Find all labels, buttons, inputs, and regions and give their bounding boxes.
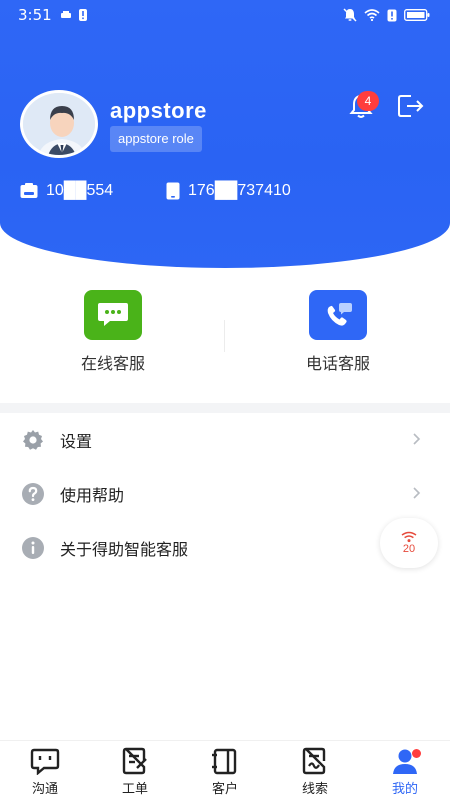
tab-mine[interactable]: 我的 <box>360 741 450 800</box>
info-icon <box>22 537 44 559</box>
tab-label: 线索 <box>301 782 328 797</box>
username: appstore <box>110 98 207 123</box>
tab-communication[interactable]: 沟通 <box>0 741 90 800</box>
account-id: 10██554 <box>46 182 114 199</box>
role-badge: appstore role <box>110 126 202 152</box>
status-bar: 3:51 <box>0 0 450 30</box>
battery-icon <box>404 9 430 21</box>
tab-clue[interactable]: 线索 <box>270 741 360 800</box>
chevron-right-icon <box>413 433 421 445</box>
logout-button[interactable] <box>397 93 425 119</box>
chat-bubble-icon <box>98 303 128 326</box>
customer-icon <box>212 748 237 775</box>
status-time: 3:51 <box>18 6 52 24</box>
id-card-icon <box>20 183 38 198</box>
online-service-icon-box <box>84 290 142 340</box>
status-alert-icon <box>79 9 87 21</box>
service-divider <box>224 320 225 352</box>
chat-icon <box>30 748 60 775</box>
menu-label-settings: 设置 <box>60 432 93 451</box>
phone-service-button[interactable]: 电话客服 <box>258 290 418 374</box>
menu-item-help[interactable]: 使用帮助 <box>0 467 450 521</box>
online-service-button[interactable]: 在线客服 <box>33 290 193 374</box>
account-id-row: 10██554 <box>20 182 113 200</box>
notification-count-badge: 4 <box>357 91 379 111</box>
menu-item-settings[interactable]: 设置 <box>0 413 450 467</box>
section-separator <box>0 403 450 413</box>
tab-label: 沟通 <box>31 782 58 797</box>
online-service-label: 在线客服 <box>80 354 145 373</box>
chevron-right-icon <box>413 487 421 499</box>
mute-bell-icon <box>343 8 357 22</box>
ticket-icon <box>122 747 147 775</box>
tab-label: 工单 <box>121 782 148 797</box>
clue-icon <box>302 747 326 775</box>
logout-icon <box>398 95 424 117</box>
profile-header: 3:51 appstore appstore role 4 10██554 17… <box>0 0 450 268</box>
wifi-signal-icon <box>401 531 417 543</box>
tab-customer[interactable]: 客户 <box>180 741 270 800</box>
gear-icon <box>23 430 43 450</box>
phone-number: 176██737410 <box>188 182 291 199</box>
service-shortcuts: 在线客服 电话客服 <box>0 268 450 403</box>
menu-label-about: 关于得助智能客服 <box>60 540 189 559</box>
user-avatar-icon <box>23 93 95 155</box>
phone-service-label: 电话客服 <box>305 354 370 373</box>
wifi-icon <box>364 9 380 21</box>
mobile-phone-icon <box>166 182 180 200</box>
phone-row: 176██737410 <box>166 182 291 200</box>
phone-call-icon <box>327 303 352 326</box>
status-notification-icon <box>61 11 71 18</box>
floating-network-button[interactable]: 20 <box>380 518 438 568</box>
tab-label: 客户 <box>211 782 238 797</box>
phone-service-icon-box <box>309 290 367 340</box>
avatar[interactable] <box>20 90 98 158</box>
question-icon <box>22 483 44 505</box>
bottom-tab-bar: 沟通 工单 客户 线索 我的 <box>0 740 450 800</box>
tab-notification-dot <box>412 749 421 758</box>
floating-count: 20 <box>402 543 416 555</box>
sim-alert-icon <box>387 9 397 21</box>
menu-label-help: 使用帮助 <box>60 486 125 505</box>
tab-label: 我的 <box>391 782 418 797</box>
tab-ticket[interactable]: 工单 <box>90 741 180 800</box>
